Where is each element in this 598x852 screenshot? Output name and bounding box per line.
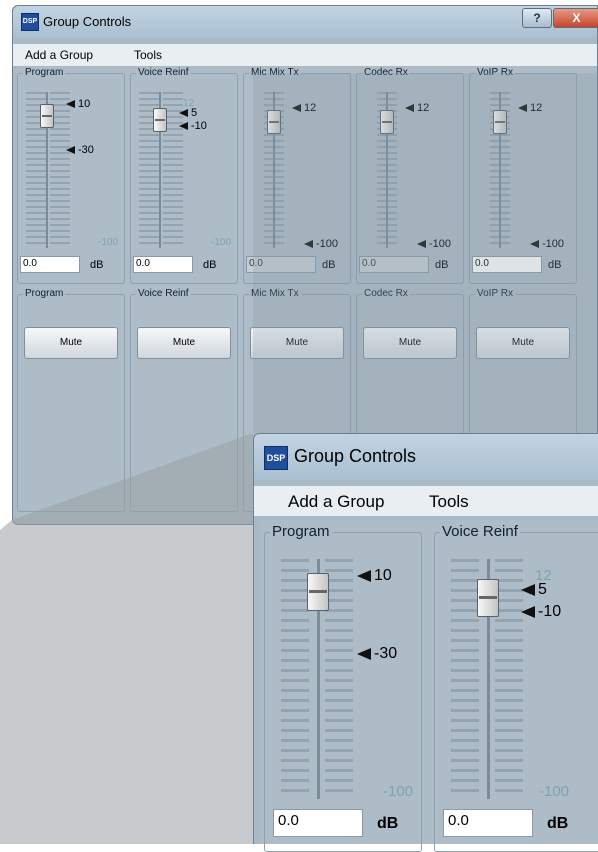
unit-label: dB <box>547 815 569 832</box>
fader-thumb[interactable] <box>307 573 329 611</box>
level-meter <box>451 559 479 799</box>
zoomed-fader-panel-voice-reinf: Voice Reinf 12 5 -10 -100 0.0 dB <box>434 523 598 852</box>
scale-min-label: -100 <box>383 783 414 800</box>
level-meter <box>495 559 523 799</box>
level-input[interactable]: 0.0 <box>443 809 533 837</box>
fader-thumb[interactable] <box>477 579 499 617</box>
fader-marker: 10 <box>357 567 392 585</box>
zoomed-window: DSP Group Controls Add a Group Tools Pro… <box>253 433 598 852</box>
fader-marker: -10 <box>521 603 561 621</box>
dsp-app-icon: DSP <box>264 446 288 470</box>
menu-add-a-group[interactable]: Add a Group <box>288 492 384 512</box>
fader-marker: -30 <box>357 645 397 663</box>
scale-min-label: -100 <box>539 783 570 800</box>
fader-marker: 5 <box>521 581 547 599</box>
panel-label: Program <box>270 523 332 540</box>
zoomed-title-bar: DSP Group Controls <box>254 434 598 480</box>
unit-label: dB <box>377 815 399 832</box>
zoomed-menu-bar: Add a Group Tools <box>254 486 598 516</box>
level-input[interactable]: 0.0 <box>273 809 363 837</box>
menu-tools[interactable]: Tools <box>429 492 469 512</box>
zoomed-fader-panel-program: Program 10 -30 -100 0.0 dB <box>264 523 422 852</box>
level-meter <box>325 559 353 799</box>
level-meter <box>281 559 309 799</box>
window-title: Group Controls <box>294 446 417 466</box>
zoomed-groups-area: Program 10 -30 -100 0.0 dB Voice Reinf 1… <box>260 520 598 852</box>
panel-label: Voice Reinf <box>440 523 520 540</box>
